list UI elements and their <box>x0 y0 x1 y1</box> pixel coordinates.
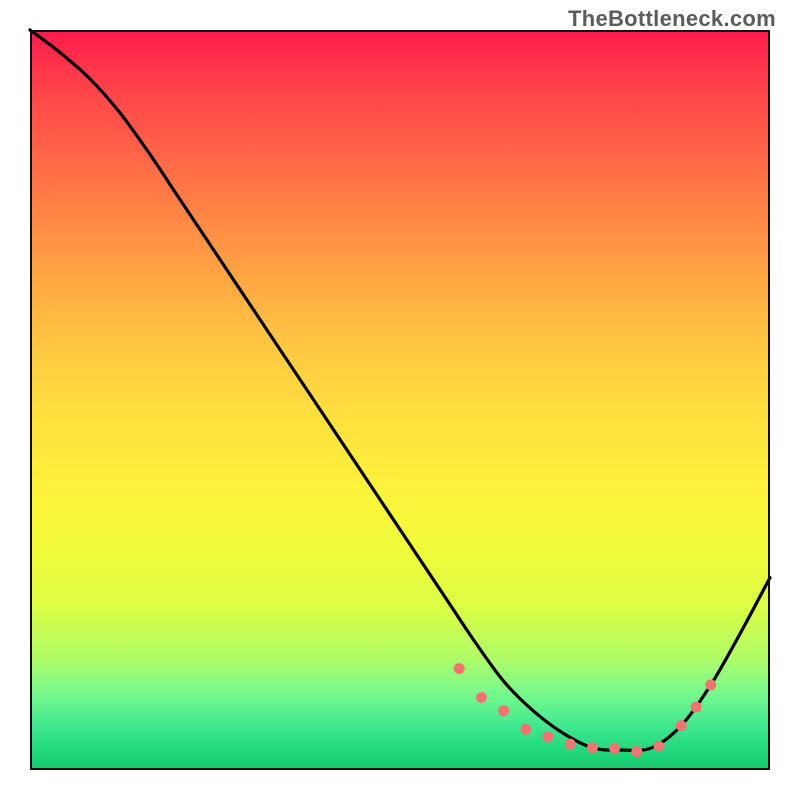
marker-dot <box>676 720 687 731</box>
marker-dot <box>476 692 487 703</box>
chart-root: TheBottleneck.com <box>0 0 800 800</box>
series-curve <box>30 30 770 750</box>
plot-area <box>30 30 770 770</box>
marker-dot <box>691 702 702 713</box>
marker-dot <box>543 731 554 742</box>
marker-dot <box>565 739 576 750</box>
marker-dot <box>654 741 665 752</box>
attribution-watermark: TheBottleneck.com <box>568 6 776 32</box>
marker-dot <box>454 663 465 674</box>
marker-dot <box>587 742 598 753</box>
marker-dot <box>631 746 642 757</box>
marker-dot <box>609 743 620 754</box>
marker-dot <box>520 724 531 735</box>
highlight-markers <box>454 663 717 757</box>
marker-dot <box>705 679 716 690</box>
chart-overlay <box>30 30 770 770</box>
marker-dot <box>498 705 509 716</box>
